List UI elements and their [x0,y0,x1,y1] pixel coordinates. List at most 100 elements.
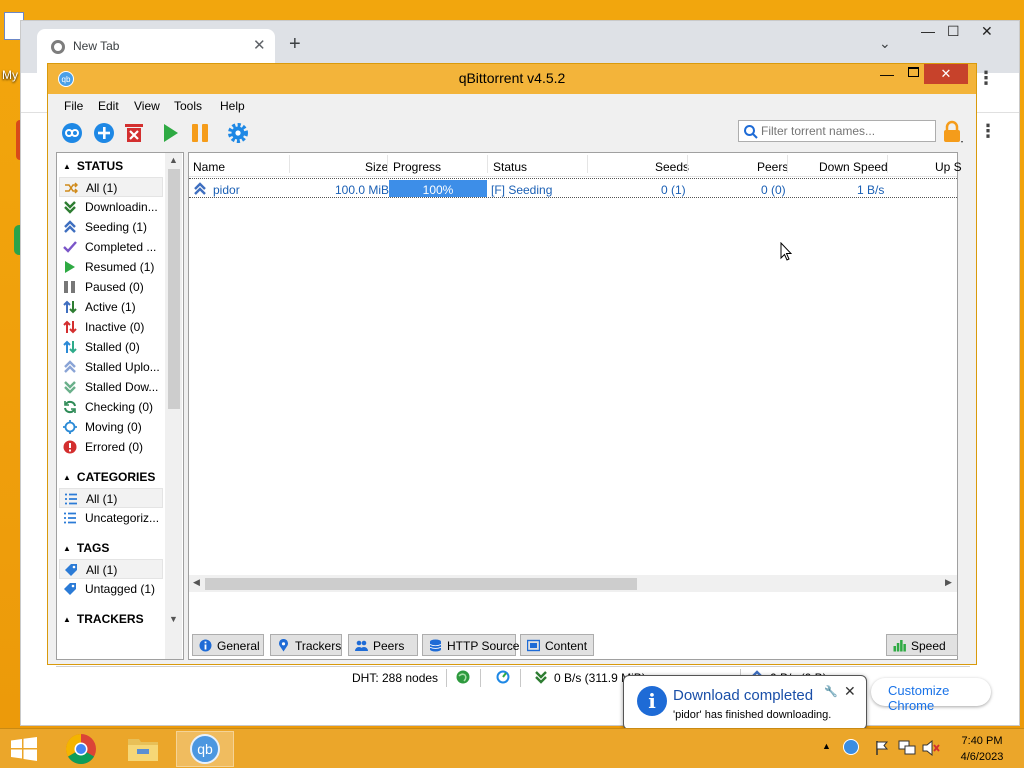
column-size[interactable]: Size [365,160,388,174]
connection-status-icon[interactable] [456,670,470,684]
status-item-downloading[interactable]: Downloadin... [59,197,163,217]
status-header[interactable]: ▲ STATUS [63,159,123,173]
column-seeds[interactable]: Seeds [655,160,689,174]
status-item-seeding[interactable]: Seeding (1) [59,217,163,237]
status-item-stalled[interactable]: Stalled (0) [59,337,163,357]
column-separator[interactable] [487,155,488,173]
column-up-speed[interactable]: Up S [935,160,962,174]
table-row[interactable]: pidor 100.0 MiB 100% [F] Seeding 0 (1) 0… [189,178,957,198]
column-name[interactable]: Name [193,160,225,174]
options-gear-icon[interactable] [226,121,250,145]
category-item-uncategorized[interactable]: Uncategoriz... [59,508,163,528]
column-separator[interactable] [787,155,788,173]
menu-file[interactable]: File [64,99,83,113]
status-item-active[interactable]: Active (1) [59,297,163,317]
status-item-inactive[interactable]: Inactive (0) [59,317,163,337]
filter-torrents-input[interactable] [761,123,931,139]
chrome-minimize-button[interactable]: — [921,23,935,39]
chrome-tab-search-icon[interactable]: ⌄ [879,35,891,52]
resume-icon[interactable] [158,121,182,145]
status-item-moving[interactable]: Moving (0) [59,417,163,437]
column-peers[interactable]: Peers [757,160,788,174]
column-status[interactable]: Status [493,160,527,174]
scroll-left-icon[interactable]: ◀ [193,577,200,588]
action-center-flag-icon[interactable] [874,740,890,756]
hscroll-thumb[interactable] [205,578,637,590]
tray-overflow-icon[interactable]: ▲ [822,741,831,751]
status-item-resumed[interactable]: Resumed (1) [59,257,163,277]
qbt-titlebar[interactable]: qb qBittorrent v4.5.2 — ✕ [48,64,976,94]
tab-content[interactable]: Content [520,634,594,656]
menu-view[interactable]: View [134,99,160,113]
tag-item-all[interactable]: All (1) [59,559,163,579]
status-item-stalled-downloading[interactable]: Stalled Dow... [59,377,163,397]
windows-start-icon[interactable] [10,737,38,761]
status-item-errored[interactable]: Errored (0) [59,437,163,457]
status-item-stalled-uploading[interactable]: Stalled Uplo... [59,357,163,377]
lock-icon[interactable] [940,120,964,144]
menu-edit[interactable]: Edit [98,99,119,113]
status-item-all[interactable]: All (1) [59,177,163,197]
chrome-page-menu-icon[interactable]: ⋮ [979,121,997,142]
taskbar-qbittorrent[interactable]: qb [176,731,234,767]
pause-icon[interactable] [188,121,212,145]
qbt-maximize-button[interactable] [908,67,919,77]
pause-icon [64,281,75,293]
sidebar-scroll-thumb[interactable] [168,169,180,409]
column-separator[interactable] [687,155,688,173]
tags-header[interactable]: ▲ TAGS [63,541,109,555]
sidebar-scrollbar[interactable]: ▲ ▼ [165,153,182,659]
add-torrent-link-icon[interactable] [60,121,84,145]
menu-tools[interactable]: Tools [174,99,202,113]
tray-qbittorrent-icon[interactable] [843,739,859,755]
tab-peers[interactable]: Peers [348,634,418,656]
scroll-right-icon[interactable]: ▶ [945,577,952,588]
add-torrent-file-icon[interactable] [92,121,116,145]
torrent-list-hscrollbar[interactable]: ◀ ▶ [189,575,957,592]
download-completed-notification[interactable]: i Download completed 'pidor' has finishe… [623,675,867,747]
category-item-all[interactable]: All (1) [59,488,163,508]
tab-trackers[interactable]: Trackers [270,634,342,656]
status-item-paused[interactable]: Paused (0) [59,277,163,297]
column-down-speed[interactable]: Down Speed [819,160,888,174]
chrome-new-tab-button[interactable]: + [289,33,301,56]
column-separator[interactable] [289,155,290,173]
tab-speed[interactable]: Speed [886,634,958,656]
chrome-tab-close-icon[interactable]: ✕ [253,36,266,54]
column-separator[interactable] [387,155,388,173]
status-item-checking[interactable]: Checking (0) [59,397,163,417]
scroll-down-icon[interactable]: ▼ [169,614,178,624]
trackers-header[interactable]: ▲ TRACKERS [63,612,144,626]
chrome-menu-icon[interactable]: ⋮ [977,68,995,89]
tab-http-sources[interactable]: HTTP Sources [422,634,525,656]
taskbar-file-explorer[interactable] [114,731,172,767]
categories-header[interactable]: ▲ CATEGORIES [63,470,155,484]
speed-limit-icon[interactable] [496,670,510,684]
tab-http-sources-label: HTTP Sources [447,639,526,653]
qbt-minimize-button[interactable]: — [880,66,894,82]
tab-general[interactable]: General [192,634,264,656]
remove-torrent-icon[interactable] [122,121,146,145]
notification-settings-icon[interactable]: 🔧 [824,685,838,698]
chrome-close-button[interactable]: ✕ [981,23,993,40]
tab-content-label: Content [545,639,588,653]
desktop-icon-my-computer[interactable]: My [0,10,24,82]
scroll-up-icon[interactable]: ▲ [169,155,178,165]
notification-close-icon[interactable]: ✕ [844,683,856,700]
column-separator[interactable] [887,155,888,173]
volume-muted-icon[interactable] [922,740,940,756]
tag-item-untagged[interactable]: Untagged (1) [59,579,163,599]
status-item-label: Paused (0) [85,280,144,294]
network-icon[interactable] [898,740,916,756]
qbt-close-button[interactable]: ✕ [924,64,968,84]
categories-header-label: CATEGORIES [76,470,156,484]
taskbar-chrome[interactable] [52,731,110,767]
taskbar: qb ▲ 7:40 PM 4/6/2023 [0,728,1024,768]
menu-help[interactable]: Help [220,99,245,113]
chrome-maximize-button[interactable]: ☐ [947,23,960,40]
filter-torrents-box[interactable] [738,120,936,142]
column-progress[interactable]: Progress [393,160,441,174]
column-separator[interactable] [587,155,588,173]
taskbar-clock[interactable]: 7:40 PM 4/6/2023 [952,733,1012,765]
status-item-completed[interactable]: Completed ... [59,237,163,257]
